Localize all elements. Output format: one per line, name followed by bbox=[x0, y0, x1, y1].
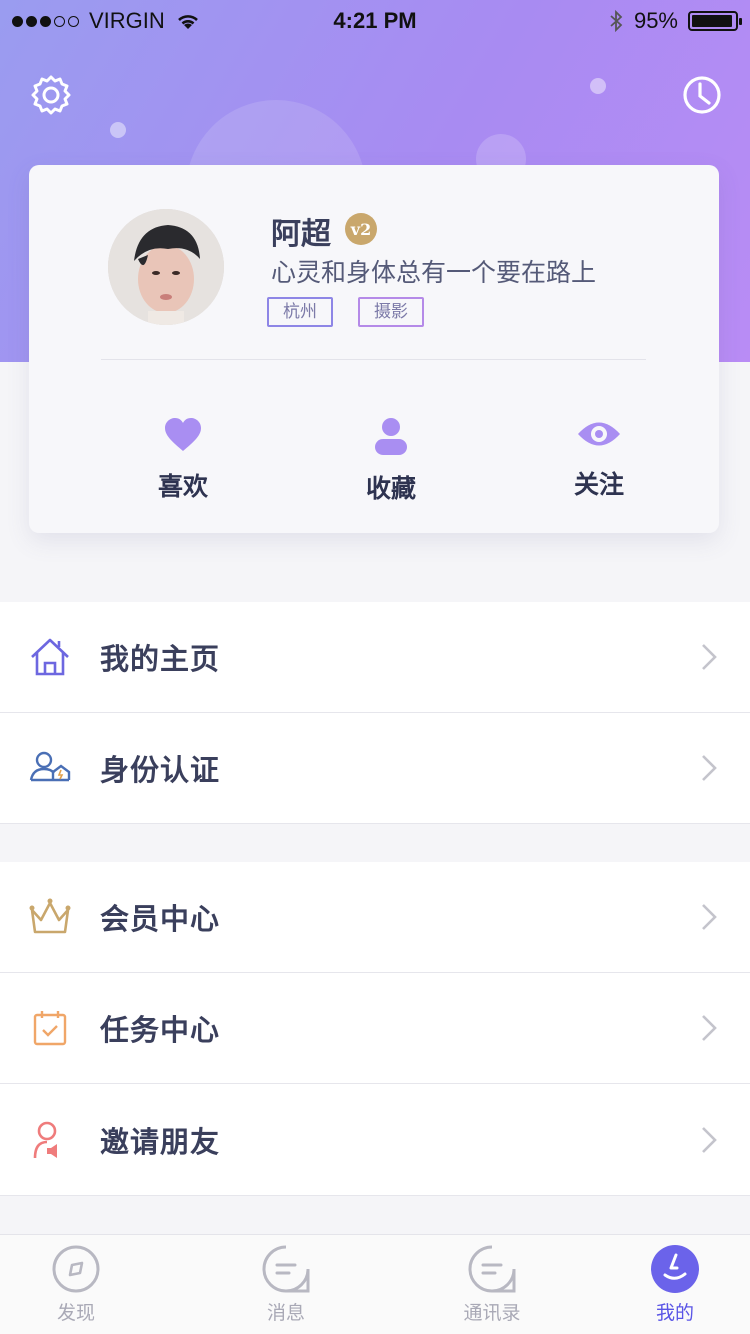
menu-item-homepage[interactable]: 我的主页 bbox=[0, 602, 750, 713]
menu-label-homepage: 我的主页 bbox=[100, 642, 221, 676]
menu-label-identity: 身份认证 bbox=[100, 753, 221, 787]
eye-icon bbox=[578, 422, 620, 446]
avatar[interactable] bbox=[108, 209, 224, 325]
compass-icon bbox=[52, 1245, 100, 1293]
profile-tag-interest[interactable]: 摄影 bbox=[358, 297, 424, 327]
battery-icon bbox=[688, 11, 742, 31]
person-icon bbox=[375, 418, 407, 455]
crown-icon bbox=[29, 898, 71, 934]
stat-likes-label: 喜欢 bbox=[157, 472, 208, 501]
invite-icon bbox=[33, 1121, 57, 1158]
settings-button[interactable] bbox=[29, 73, 73, 117]
menu-item-invite[interactable]: 邀请朋友 bbox=[0, 1084, 750, 1196]
chevron-right-icon bbox=[702, 755, 717, 781]
menu-label-tasks: 任务中心 bbox=[100, 1013, 221, 1047]
calendar-check-icon bbox=[33, 1011, 67, 1046]
menu-label-membership: 会员中心 bbox=[100, 902, 221, 936]
level-badge: v2 bbox=[345, 213, 377, 245]
gear-icon bbox=[31, 75, 71, 115]
chevron-right-icon bbox=[702, 644, 717, 670]
menu-item-membership[interactable]: 会员中心 bbox=[0, 862, 750, 973]
menu-label-invite: 邀请朋友 bbox=[100, 1124, 221, 1159]
tab-discover-label: 发现 bbox=[56, 1302, 95, 1324]
profile-card: 阿超 v2 心灵和身体总有一个要在路上 杭州 摄影 喜欢 收藏 关注 bbox=[29, 165, 719, 533]
stat-likes[interactable]: 喜欢 bbox=[123, 417, 243, 503]
chevron-right-icon bbox=[702, 1015, 717, 1041]
tab-contacts[interactable]: 通讯录 bbox=[432, 1235, 552, 1334]
stat-favorites-label: 收藏 bbox=[365, 474, 416, 503]
status-bar: VIRGIN 4:21 PM 95% bbox=[0, 0, 750, 40]
menu-item-tasks[interactable]: 任务中心 bbox=[0, 973, 750, 1084]
card-divider bbox=[101, 359, 646, 360]
chevron-right-icon bbox=[702, 904, 717, 930]
tab-messages-label: 消息 bbox=[266, 1302, 305, 1324]
decor-bubble bbox=[110, 122, 126, 138]
heart-icon bbox=[165, 418, 201, 451]
username: 阿超 bbox=[271, 217, 331, 252]
chevron-right-icon bbox=[702, 1126, 717, 1153]
battery-level bbox=[692, 15, 732, 27]
tab-contacts-label: 通讯录 bbox=[463, 1302, 521, 1324]
profile-motto: 心灵和身体总有一个要在路上 bbox=[271, 258, 597, 287]
history-button[interactable] bbox=[680, 73, 724, 117]
profile-tag-city[interactable]: 杭州 bbox=[267, 297, 333, 327]
tab-bar: 发现 消息 通讯录 我的 bbox=[0, 1234, 750, 1334]
menu-item-identity[interactable]: 身份认证 bbox=[0, 713, 750, 824]
tab-mine[interactable]: 我的 bbox=[615, 1235, 735, 1334]
id-verify-icon bbox=[29, 751, 71, 782]
menu-group-services: 会员中心 任务中心 邀请朋友 bbox=[0, 862, 750, 1196]
home-icon bbox=[31, 638, 69, 676]
avatar-image bbox=[108, 209, 224, 325]
bluetooth-icon bbox=[610, 9, 623, 33]
tab-messages[interactable]: 消息 bbox=[226, 1235, 346, 1334]
stat-following[interactable]: 关注 bbox=[539, 417, 659, 501]
stat-following-label: 关注 bbox=[573, 470, 624, 499]
decor-bubble bbox=[590, 78, 606, 94]
tab-mine-label: 我的 bbox=[655, 1302, 694, 1324]
clock-icon bbox=[683, 76, 721, 114]
stat-favorites[interactable]: 收藏 bbox=[331, 417, 451, 505]
tab-discover[interactable]: 发现 bbox=[16, 1235, 136, 1334]
message-icon bbox=[262, 1245, 310, 1293]
contacts-icon bbox=[468, 1245, 516, 1293]
profile-icon bbox=[651, 1245, 699, 1293]
battery-percent: 95% bbox=[633, 8, 678, 33]
menu-group-profile: 我的主页 身份认证 bbox=[0, 602, 750, 824]
